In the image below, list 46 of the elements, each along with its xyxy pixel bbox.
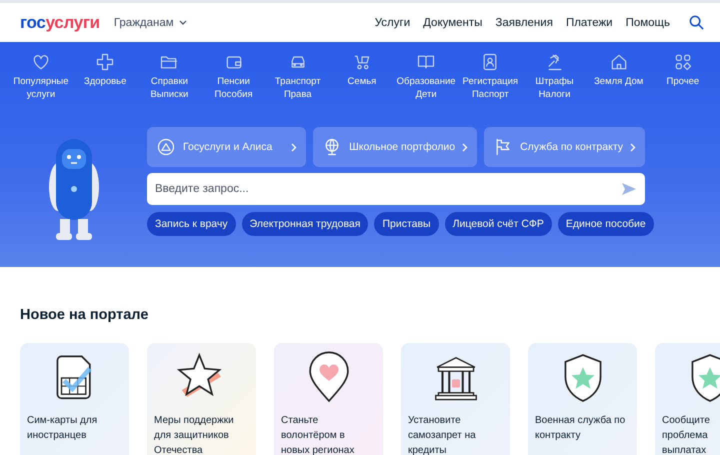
chevron-icon — [291, 142, 298, 152]
news-card[interactable]: Меры поддержки для защитников Отечества — [147, 343, 256, 455]
send-icon[interactable] — [621, 181, 637, 197]
heart-icon[interactable] — [31, 52, 51, 72]
nav-link[interactable]: Документы — [423, 16, 482, 28]
chevron-icon — [630, 142, 636, 152]
suggestion-chip[interactable]: Приставы — [374, 212, 439, 236]
category-link[interactable]: Пенсии Пособия — [202, 76, 265, 101]
plus-icon[interactable] — [95, 52, 116, 72]
news-card[interactable]: Военная служба по контракту — [528, 343, 637, 455]
card-text: Меры поддержки для защитников Отечества — [154, 414, 235, 455]
caret-icon — [178, 20, 187, 25]
suggestion-chip[interactable]: Единое пособие — [558, 212, 654, 236]
news-card[interactable]: Установите самозапрет на кредиты — [401, 343, 510, 455]
category-link[interactable]: Популярные услуги — [10, 76, 72, 101]
news-card[interactable]: Станьте волонтёром в новых регионах — [274, 343, 383, 455]
nav-link[interactable]: Услуги — [374, 16, 410, 28]
card-text: Сообщите проблема выплатах — [662, 414, 711, 455]
section-title: Новое на портале — [20, 307, 150, 323]
category-link[interactable]: Образование Дети — [395, 76, 458, 101]
nav-link[interactable]: Платежи — [566, 16, 613, 28]
category-link[interactable]: Справки Выписки — [138, 76, 200, 101]
card-text: Станьте волонтёром в новых регионах — [281, 414, 356, 455]
suggestion-chip[interactable]: Электронная трудовая — [242, 212, 368, 236]
nav-link[interactable]: Заявления — [495, 16, 553, 28]
card-text: Установите самозапрет на кредиты — [408, 414, 477, 455]
category-link[interactable]: Здоровье — [84, 76, 126, 88]
category-link[interactable]: Семья — [348, 76, 376, 88]
suggestion-chip[interactable]: Запись к врачу — [147, 212, 236, 236]
category-link[interactable]: Прочее — [666, 76, 700, 88]
category-link[interactable]: Земля Дом — [594, 76, 644, 88]
search-icon[interactable] — [689, 15, 704, 30]
news-card[interactable]: Сообщите проблема выплатах — [655, 343, 720, 455]
audience-dropdown[interactable]: Гражданам — [114, 16, 187, 28]
nav-link[interactable]: Помощь — [626, 16, 670, 28]
card-text: Военная служба по контракту — [535, 414, 626, 443]
category-link[interactable]: Регистрация Паспорт — [459, 76, 522, 101]
chevron-icon — [462, 142, 468, 152]
suggestion-chip[interactable]: Лицевой счёт СФР — [444, 212, 552, 236]
card-text: Сим-карты для иностранцев — [27, 414, 98, 443]
circle-icon — [156, 137, 176, 157]
category-link[interactable]: Транспорт Права — [266, 76, 329, 101]
search-field[interactable]: Введите запрос... — [147, 173, 645, 205]
news-card[interactable]: Сим-карты для иностранцев — [20, 343, 129, 455]
logo[interactable]: госуслуги — [20, 12, 100, 32]
category-link[interactable]: Штрафы Налоги — [524, 76, 586, 101]
